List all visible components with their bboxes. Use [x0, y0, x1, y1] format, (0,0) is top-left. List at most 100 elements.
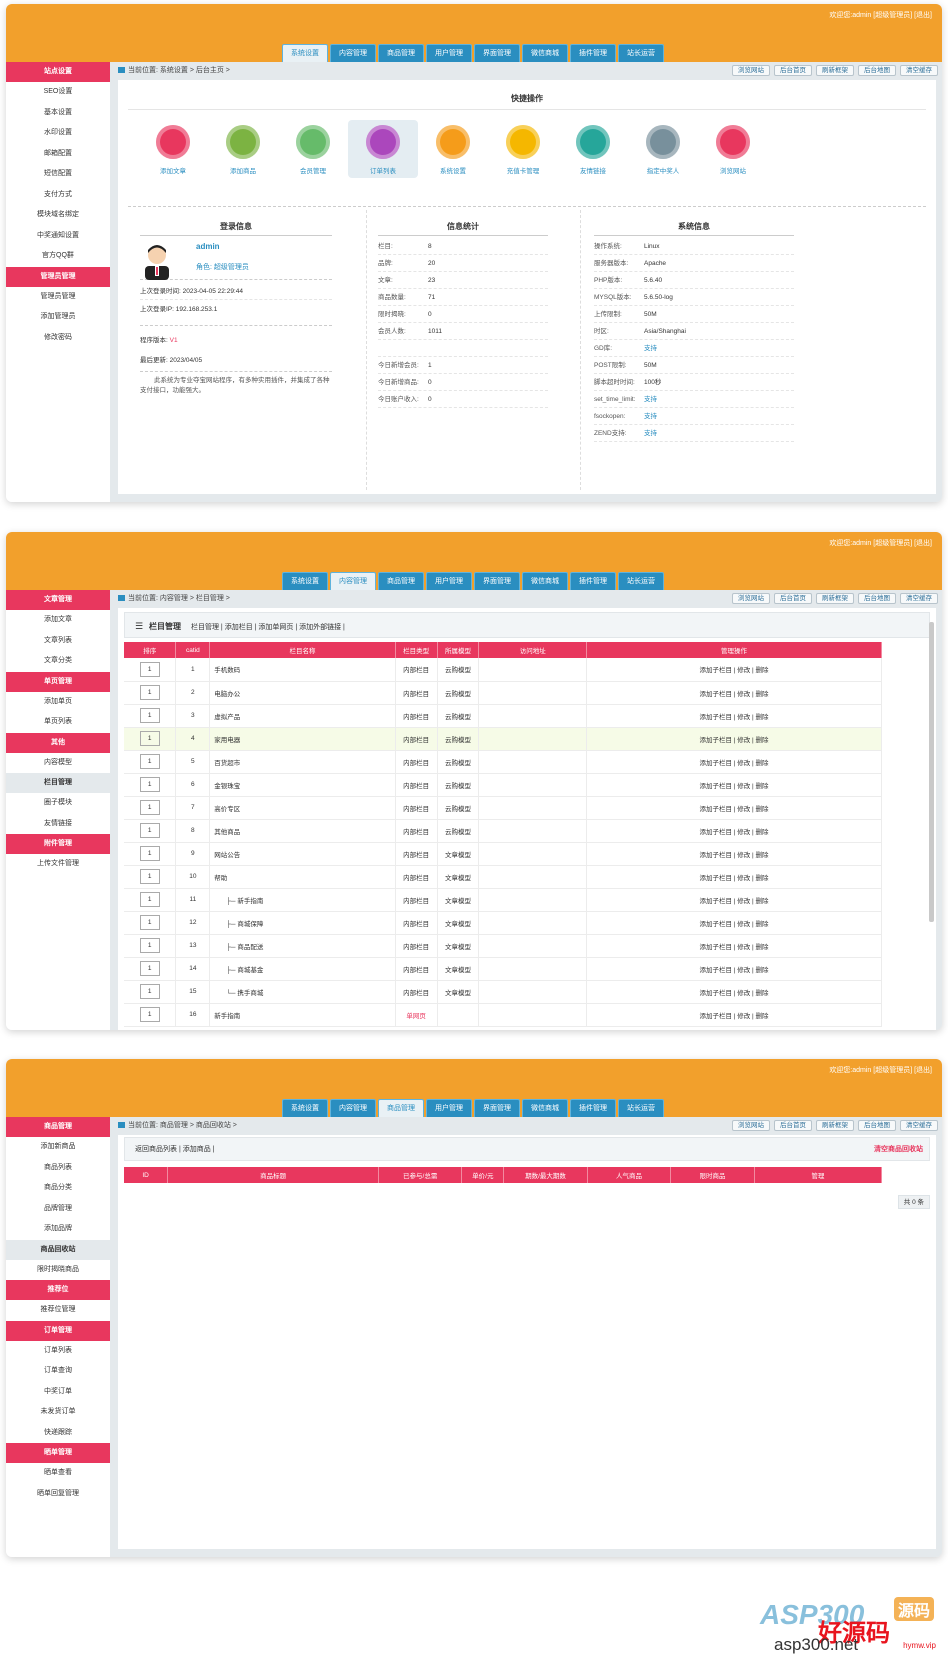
- tab-2[interactable]: 商品管理: [378, 572, 424, 590]
- sidebar-item[interactable]: 中奖通知设置: [6, 226, 110, 247]
- sidebar-item[interactable]: 限时揭晓商品: [6, 1260, 110, 1281]
- tab-5[interactable]: 微信商城: [522, 572, 568, 590]
- scrollbar[interactable]: [929, 622, 934, 922]
- tab-6[interactable]: 插件管理: [570, 572, 616, 590]
- sidebar-item[interactable]: 添加管理员: [6, 307, 110, 328]
- sort-input[interactable]: 1: [139, 938, 160, 953]
- toolbar-button-1[interactable]: 后台首页: [774, 1120, 812, 1131]
- sort-input[interactable]: 1: [139, 961, 160, 976]
- toolbar-button-4[interactable]: 清空缓存: [900, 65, 938, 76]
- toolbar-button-4[interactable]: 清空缓存: [900, 593, 938, 604]
- sidebar-item[interactable]: 文章列表: [6, 631, 110, 652]
- sort-input[interactable]: 1: [139, 777, 160, 792]
- ops-cell[interactable]: 添加子栏目 | 修改 | 删除: [586, 842, 882, 866]
- sidebar-item[interactable]: 添加品牌: [6, 1219, 110, 1240]
- sidebar-item[interactable]: 上传文件管理: [6, 854, 110, 875]
- sidebar-item[interactable]: 栏目管理: [6, 773, 110, 793]
- tab-7[interactable]: 站长运营: [618, 572, 664, 590]
- ops-cell[interactable]: 添加子栏目 | 修改 | 删除: [586, 865, 882, 889]
- ops-cell[interactable]: 添加子栏目 | 修改 | 删除: [586, 934, 882, 958]
- sidebar-item[interactable]: 模块域名绑定: [6, 205, 110, 226]
- sidebar-item[interactable]: 单页列表: [6, 712, 110, 733]
- sidebar-item[interactable]: 快递跟踪: [6, 1423, 110, 1444]
- sidebar-item[interactable]: 友情链接: [6, 814, 110, 835]
- sort-input[interactable]: 1: [139, 661, 160, 677]
- tab-0[interactable]: 系统设置: [282, 572, 328, 590]
- sidebar-item[interactable]: 短信配置: [6, 164, 110, 185]
- sidebar-item[interactable]: 商品回收站: [6, 1239, 110, 1260]
- toolbar-button-2[interactable]: 刷新框架: [816, 1120, 854, 1131]
- tab-3[interactable]: 用户管理: [426, 1099, 472, 1117]
- clear-recycle-link[interactable]: 清空商品回收站: [874, 1138, 923, 1162]
- quick-action-6[interactable]: 友情链接: [558, 120, 628, 178]
- toolbar-button-3[interactable]: 后台地图: [858, 65, 896, 76]
- toolbar-button-0[interactable]: 浏览网站: [732, 65, 770, 76]
- tab-7[interactable]: 站长运营: [618, 1099, 664, 1117]
- sidebar-item[interactable]: 订单查询: [6, 1361, 110, 1382]
- quick-action-0[interactable]: 添加文章: [138, 120, 208, 178]
- sidebar-item[interactable]: 圈子模块: [6, 793, 110, 814]
- welcome-text[interactable]: 欢迎您:admin [超级管理员] [退出]: [829, 1065, 932, 1075]
- sort-input[interactable]: 1: [139, 915, 160, 930]
- sub-links[interactable]: 返回商品列表 | 添加商品 |: [135, 1146, 214, 1153]
- tab-5[interactable]: 微信商城: [522, 1099, 568, 1117]
- sub-links[interactable]: 栏目管理 | 添加栏目 | 添加单网页 | 添加外部链接 |: [191, 624, 345, 631]
- tab-3[interactable]: 用户管理: [426, 44, 472, 62]
- sidebar-item[interactable]: 添加新商品: [6, 1137, 110, 1158]
- tab-1[interactable]: 内容管理: [330, 1099, 376, 1117]
- quick-action-2[interactable]: 会员管理: [278, 120, 348, 178]
- sidebar-item[interactable]: SEO设置: [6, 82, 110, 103]
- sidebar-item[interactable]: 添加单页: [6, 692, 110, 713]
- sidebar-item[interactable]: 修改密码: [6, 328, 110, 349]
- tab-0[interactable]: 系统设置: [282, 1099, 328, 1117]
- quick-action-4[interactable]: 系统设置: [418, 120, 488, 178]
- ops-cell[interactable]: 添加子栏目 | 修改 | 删除: [586, 658, 882, 682]
- toolbar-button-1[interactable]: 后台首页: [774, 593, 812, 604]
- sidebar-item[interactable]: 订单列表: [6, 1341, 110, 1362]
- tab-2[interactable]: 商品管理: [378, 1099, 424, 1117]
- ops-cell[interactable]: 添加子栏目 | 修改 | 删除: [586, 1003, 882, 1027]
- sort-input[interactable]: 1: [139, 984, 160, 999]
- tab-6[interactable]: 插件管理: [570, 1099, 616, 1117]
- tab-3[interactable]: 用户管理: [426, 572, 472, 590]
- tab-0[interactable]: 系统设置: [282, 44, 328, 62]
- sidebar-item[interactable]: 内容模型: [6, 753, 110, 774]
- sidebar-item[interactable]: 官方QQ群: [6, 246, 110, 267]
- sidebar-item[interactable]: 支付方式: [6, 185, 110, 206]
- sidebar-item[interactable]: 管理员管理: [6, 287, 110, 308]
- sort-input[interactable]: 1: [139, 685, 160, 700]
- tab-6[interactable]: 插件管理: [570, 44, 616, 62]
- sidebar-item[interactable]: 基本设置: [6, 103, 110, 124]
- toolbar-button-3[interactable]: 后台地图: [858, 1120, 896, 1131]
- tab-4[interactable]: 界面管理: [474, 1099, 520, 1117]
- toolbar-button-3[interactable]: 后台地图: [858, 593, 896, 604]
- sidebar-item[interactable]: 中奖订单: [6, 1382, 110, 1403]
- quick-action-3[interactable]: 订单列表: [348, 120, 418, 178]
- sidebar-item[interactable]: 邮箱配置: [6, 144, 110, 165]
- sort-input[interactable]: 1: [139, 754, 160, 769]
- sort-input[interactable]: 1: [139, 892, 160, 907]
- ops-cell[interactable]: 添加子栏目 | 修改 | 删除: [586, 704, 882, 728]
- sidebar-item[interactable]: 添加文章: [6, 610, 110, 631]
- ops-cell[interactable]: 添加子栏目 | 修改 | 删除: [586, 888, 882, 912]
- quick-action-7[interactable]: 指定中奖人: [628, 120, 698, 178]
- sidebar-item[interactable]: 晒单回复管理: [6, 1484, 110, 1505]
- ops-cell[interactable]: 添加子栏目 | 修改 | 删除: [586, 796, 882, 820]
- sort-input[interactable]: 1: [139, 869, 160, 884]
- quick-action-8[interactable]: 浏览网站: [698, 120, 768, 178]
- tab-2[interactable]: 商品管理: [378, 44, 424, 62]
- sort-input[interactable]: 1: [139, 1007, 160, 1022]
- sort-input[interactable]: 1: [139, 708, 160, 723]
- sidebar-item[interactable]: 水印设置: [6, 123, 110, 144]
- toolbar-button-2[interactable]: 刷新框架: [816, 593, 854, 604]
- quick-action-1[interactable]: 添加商品: [208, 120, 278, 178]
- tab-7[interactable]: 站长运营: [618, 44, 664, 62]
- sidebar-item[interactable]: 文章分类: [6, 651, 110, 672]
- sort-input[interactable]: 1: [139, 846, 160, 861]
- toolbar-button-0[interactable]: 浏览网站: [732, 1120, 770, 1131]
- sidebar-item[interactable]: 商品分类: [6, 1178, 110, 1199]
- ops-cell[interactable]: 添加子栏目 | 修改 | 删除: [586, 819, 882, 843]
- toolbar-button-2[interactable]: 刷新框架: [816, 65, 854, 76]
- ops-cell[interactable]: 添加子栏目 | 修改 | 删除: [586, 727, 882, 751]
- sidebar-item[interactable]: 未发货订单: [6, 1402, 110, 1423]
